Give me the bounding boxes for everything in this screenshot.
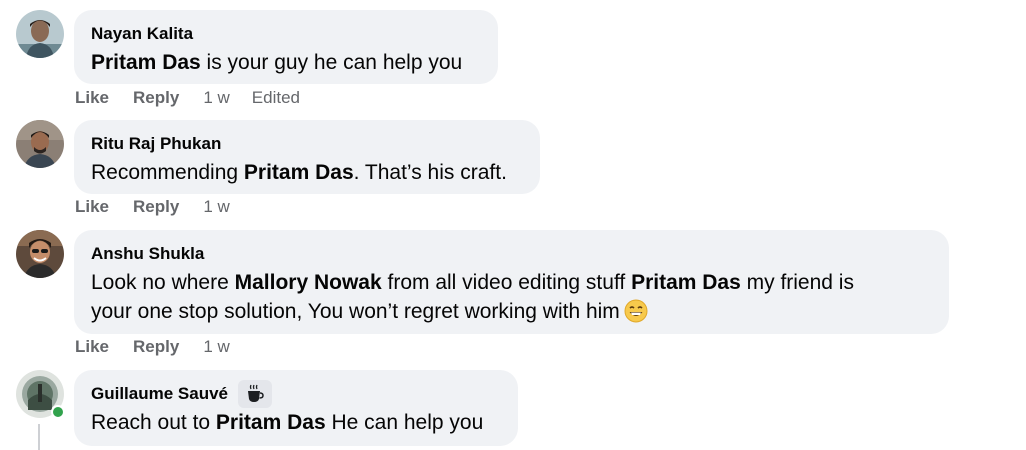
mention-link[interactable]: Pritam Das: [244, 161, 354, 184]
like-button[interactable]: Like: [75, 197, 109, 217]
comment-actions: Like Reply 1 w: [75, 197, 252, 217]
comment-author[interactable]: Guillaume Sauvé: [91, 384, 228, 404]
comment-text: Look no where Mallory Nowak from all vid…: [91, 268, 933, 331]
comment-text-segment: He can help you: [325, 411, 484, 434]
comment-text-segment: is your guy he can help you: [200, 51, 463, 74]
reply-button[interactable]: Reply: [133, 88, 179, 108]
comment-text-segment: from all video editing stuff: [381, 271, 632, 294]
mention-link[interactable]: Pritam Das: [631, 271, 741, 294]
grinning-face-icon: [624, 299, 648, 331]
comment-bubble: Ritu Raj Phukan Recommending Pritam Das.…: [74, 120, 540, 194]
comment-text-segment: my friend is: [740, 271, 854, 294]
timestamp-link[interactable]: 1 w: [203, 88, 229, 108]
avatar[interactable]: [16, 230, 64, 278]
comment-author[interactable]: Nayan Kalita: [91, 24, 193, 44]
comment-text: Pritam Das is your guy he can help you: [91, 48, 482, 77]
online-status-icon: [51, 405, 65, 419]
mention-link[interactable]: Pritam Das: [216, 411, 326, 434]
reply-button[interactable]: Reply: [133, 337, 179, 357]
reply-thread-line: [38, 424, 40, 450]
comment-actions: Like Reply 1 w: [75, 337, 252, 357]
comment-text-segment: Reach out to: [91, 411, 216, 434]
comment-author[interactable]: Anshu Shukla: [91, 244, 204, 264]
timestamp-link[interactable]: 1 w: [203, 197, 229, 217]
comment-actions: Like Reply 1 w Edited: [75, 88, 300, 108]
like-button[interactable]: Like: [75, 88, 109, 108]
comment-thread: Nayan Kalita Pritam Das is your guy he c…: [0, 0, 1026, 450]
comment-text-segment: Recommending: [91, 161, 244, 184]
avatar-photo: [16, 120, 64, 168]
mention-link[interactable]: Mallory Nowak: [235, 271, 382, 294]
comment-author[interactable]: Ritu Raj Phukan: [91, 134, 221, 154]
comment-bubble: Anshu Shukla Look no where Mallory Nowak…: [74, 230, 949, 334]
avatar[interactable]: [16, 120, 64, 168]
like-button[interactable]: Like: [75, 337, 109, 357]
coffee-cup-icon[interactable]: [238, 380, 272, 408]
comment-text-segment: Look no where: [91, 271, 235, 294]
avatar[interactable]: [16, 10, 64, 58]
comment-bubble: Nayan Kalita Pritam Das is your guy he c…: [74, 10, 498, 84]
comment-text: Reach out to Pritam Das He can help you: [91, 408, 502, 437]
avatar-photo: [16, 10, 64, 58]
comment-text-segment: your one stop solution, You won’t regret…: [91, 300, 620, 323]
timestamp-link[interactable]: 1 w: [203, 337, 229, 357]
comment-bubble: Guillaume Sauvé Reach out to Pritam Das …: [74, 370, 518, 446]
comment-text-segment: . That’s his craft.: [353, 161, 507, 184]
avatar-photo: [16, 230, 64, 278]
reply-button[interactable]: Reply: [133, 197, 179, 217]
edited-label: Edited: [251, 88, 300, 107]
mention-link[interactable]: Pritam Das: [91, 51, 201, 74]
comment-text: Recommending Pritam Das. That’s his craf…: [91, 158, 524, 187]
